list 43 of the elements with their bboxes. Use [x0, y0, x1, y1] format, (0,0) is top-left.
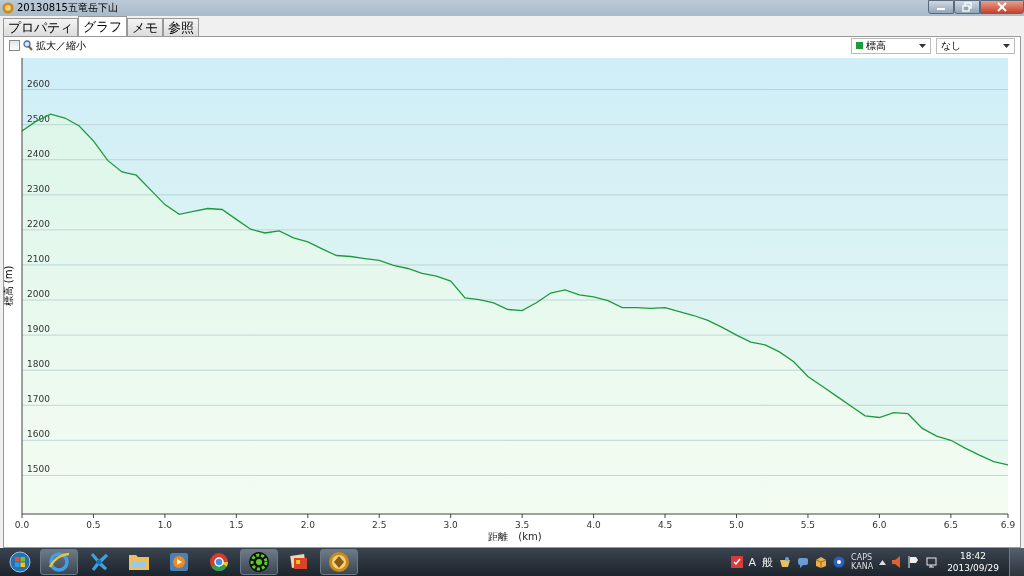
x-tick-label: 6.5 — [943, 520, 958, 530]
x-tick-label: 3.0 — [443, 520, 458, 530]
window-title: 20130815五竜岳下山 — [17, 1, 118, 15]
y-tick-label: 1900 — [27, 324, 50, 335]
y-tick-label: 2600 — [27, 78, 50, 89]
y-tick-label: 2000 — [27, 289, 50, 300]
ime-indicator[interactable]: A — [748, 555, 757, 569]
x-tick-label: 6.0 — [872, 520, 887, 530]
x-tick-label: 0.0 — [14, 520, 30, 530]
x-tick-label: 6.9 — [1000, 520, 1016, 530]
x-axis-title: 距離 (km) — [488, 531, 542, 542]
y-tick-label: 1500 — [27, 464, 50, 475]
tab[interactable]: グラフ — [78, 16, 127, 36]
y-axis-title: 標高 (m) — [2, 265, 15, 306]
date-text: 2013/09/29 — [947, 562, 999, 574]
tab[interactable]: プロパティ — [3, 18, 78, 36]
ime-indicator[interactable]: 般 — [762, 554, 774, 570]
tab[interactable]: 参照 — [163, 18, 199, 36]
x-tick-label: 5.5 — [800, 520, 816, 530]
x-tick-label: 0.5 — [86, 520, 101, 530]
y-tick-label: 1700 — [27, 394, 50, 405]
x-tick-label: 4.5 — [657, 520, 673, 530]
time-text: 18:42 — [960, 550, 987, 562]
lock-indicator: CAPS — [851, 553, 874, 562]
clock[interactable]: 18:42 2013/09/29 — [943, 550, 1003, 574]
series-dropdown[interactable]: 標高 — [851, 37, 931, 54]
y-tick-label: 2100 — [27, 253, 50, 264]
lock-indicator: KANA — [851, 562, 874, 571]
x-tick-label: 4.0 — [586, 520, 601, 530]
zoom-label: 拡大／縮小 — [36, 38, 86, 53]
second-series-dropdown[interactable]: なし — [936, 37, 1015, 54]
tab[interactable]: メモ — [127, 18, 163, 36]
x-tick-label: 2.0 — [300, 520, 315, 530]
x-tick-label: 3.5 — [515, 520, 530, 530]
x-tick-label: 1.0 — [157, 520, 173, 530]
y-tick-label: 1600 — [27, 429, 50, 440]
x-tick-label: 1.5 — [229, 520, 244, 530]
y-tick-label: 2400 — [27, 148, 50, 159]
y-tick-label: 1800 — [27, 359, 50, 370]
x-tick-label: 2.5 — [372, 520, 387, 530]
y-tick-label: 2200 — [27, 218, 50, 229]
x-tick-label: 5.0 — [729, 520, 744, 530]
y-tick-label: 2300 — [27, 183, 50, 194]
